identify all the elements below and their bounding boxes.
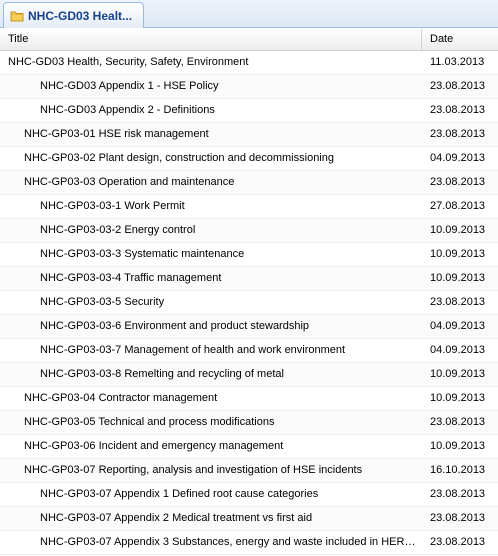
table-row[interactable]: NHC-GP03-07 Appendix 3 Substances, energ… — [0, 531, 498, 555]
document-date: 23.08.2013 — [430, 488, 486, 500]
document-title[interactable]: NHC-GD03 Appendix 2 - Definitions — [0, 99, 422, 122]
document-date: 04.09.2013 — [430, 320, 486, 332]
table-row[interactable]: NHC-GP03-03-6 Environment and product st… — [0, 315, 498, 339]
table-row[interactable]: NHC-GP03-03-4 Traffic management 10.09.20… — [0, 267, 498, 291]
document-title[interactable]: NHC-GP03-03-6 Environment and product st… — [0, 315, 422, 338]
document-date: 23.08.2013 — [430, 416, 486, 428]
table-row[interactable]: NHC-GP03-05 Technical and process modifi… — [0, 411, 498, 435]
document-date: 23.08.2013 — [430, 512, 486, 524]
table-row[interactable]: NHC-GP03-02 Plant design, construction a… — [0, 147, 498, 171]
tab-label: NHC-GD03 Healt... — [28, 8, 133, 23]
table-row[interactable]: NHC-GP03-03-7 Management of health and w… — [0, 339, 498, 363]
document-title[interactable]: NHC-GP03-03-3 Systematic maintenance — [0, 243, 422, 266]
document-title[interactable]: NHC-GP03-03-8 Remelting and recycling of… — [0, 363, 422, 386]
column-header-title[interactable]: Title — [0, 29, 422, 50]
tab-nhc-gd03[interactable]: NHC-GD03 Healt... — [3, 2, 144, 28]
table-row[interactable]: NHC-GP03-03-8 Remelting and recycling of… — [0, 363, 498, 387]
document-date: 10.09.2013 — [430, 272, 486, 284]
table-row[interactable]: NHC-GP03-03-2 Energy control 10.09.2013 — [0, 219, 498, 243]
document-title[interactable]: NHC-GP03-03-7 Management of health and w… — [0, 339, 422, 362]
table-row[interactable]: NHC-GP03-06 Incident and emergency manag… — [0, 435, 498, 459]
document-title[interactable]: NHC-GP03-07 Appendix 2 Medical treatment… — [0, 507, 422, 530]
tab-bar: NHC-GD03 Healt... — [0, 0, 498, 28]
document-title[interactable]: NHC-GP03-01 HSE risk management — [0, 123, 422, 146]
table-row[interactable]: NHC-GP03-03 Operation and maintenance 23.… — [0, 171, 498, 195]
document-date: 16.10.2013 — [430, 464, 486, 476]
document-title[interactable]: NHC-GP03-06 Incident and emergency manag… — [0, 435, 422, 458]
document-title[interactable]: NHC-GP03-03-4 Traffic management — [0, 267, 422, 290]
table-row[interactable]: NHC-GP03-03-5 Security 23.08.2013 — [0, 291, 498, 315]
document-date: 10.09.2013 — [430, 392, 486, 404]
document-date: 10.09.2013 — [430, 368, 486, 380]
table-row[interactable]: NHC-GD03 Health, Security, Safety, Envir… — [0, 51, 498, 75]
table-row[interactable]: NHC-GD03 Appendix 2 - Definitions 23.08.2… — [0, 99, 498, 123]
table-row[interactable]: NHC-GP03-04 Contractor management 10.09.2… — [0, 387, 498, 411]
document-date: 23.08.2013 — [430, 176, 486, 188]
document-date: 23.08.2013 — [430, 128, 486, 140]
table-row[interactable]: NHC-GP03-01 HSE risk management 23.08.201… — [0, 123, 498, 147]
document-date: 23.08.2013 — [430, 296, 486, 308]
document-date: 23.08.2013 — [430, 104, 486, 116]
document-title[interactable]: NHC-GP03-03-5 Security — [0, 291, 422, 314]
document-title[interactable]: NHC-GP03-07 Appendix 1 Defined root caus… — [0, 483, 422, 506]
document-date: 23.08.2013 — [430, 536, 486, 548]
document-date: 10.09.2013 — [430, 440, 486, 452]
document-date: 27.08.2013 — [430, 200, 486, 212]
document-date: 10.09.2013 — [430, 248, 486, 260]
table-row[interactable]: NHC-GP03-03-3 Systematic maintenance 10.0… — [0, 243, 498, 267]
document-title[interactable]: NHC-GP03-03-2 Energy control — [0, 219, 422, 242]
document-date: 04.09.2013 — [430, 344, 486, 356]
document-title[interactable]: NHC-GD03 Health, Security, Safety, Envir… — [0, 51, 422, 74]
document-date: 11.03.2013 — [430, 56, 485, 68]
document-title[interactable]: NHC-GP03-03-1 Work Permit — [0, 195, 422, 218]
table-row[interactable]: NHC-GP03-03-1 Work Permit 27.08.2013 — [0, 195, 498, 219]
document-title[interactable]: NHC-GP03-07 Appendix 3 Substances, energ… — [0, 531, 422, 554]
folder-icon — [10, 11, 24, 21]
document-date: 23.08.2013 — [430, 80, 486, 92]
document-list: NHC-GD03 Health, Security, Safety, Envir… — [0, 51, 498, 555]
document-title[interactable]: NHC-GP03-05 Technical and process modifi… — [0, 411, 422, 434]
document-date: 04.09.2013 — [430, 152, 486, 164]
table-row[interactable]: NHC-GP03-07 Appendix 1 Defined root caus… — [0, 483, 498, 507]
document-title[interactable]: NHC-GD03 Appendix 1 - HSE Policy — [0, 75, 422, 98]
grid-header: Title Date — [0, 29, 498, 51]
document-date: 10.09.2013 — [430, 224, 486, 236]
document-title[interactable]: NHC-GP03-04 Contractor management — [0, 387, 422, 410]
document-title[interactable]: NHC-GP03-03 Operation and maintenance — [0, 171, 422, 194]
table-row[interactable]: NHC-GD03 Appendix 1 - HSE Policy 23.08.20… — [0, 75, 498, 99]
document-title[interactable]: NHC-GP03-07 Reporting, analysis and inve… — [0, 459, 422, 482]
document-title[interactable]: NHC-GP03-02 Plant design, construction a… — [0, 147, 422, 170]
table-row[interactable]: NHC-GP03-07 Appendix 2 Medical treatment… — [0, 507, 498, 531]
table-row[interactable]: NHC-GP03-07 Reporting, analysis and inve… — [0, 459, 498, 483]
column-header-date[interactable]: Date — [422, 29, 498, 50]
